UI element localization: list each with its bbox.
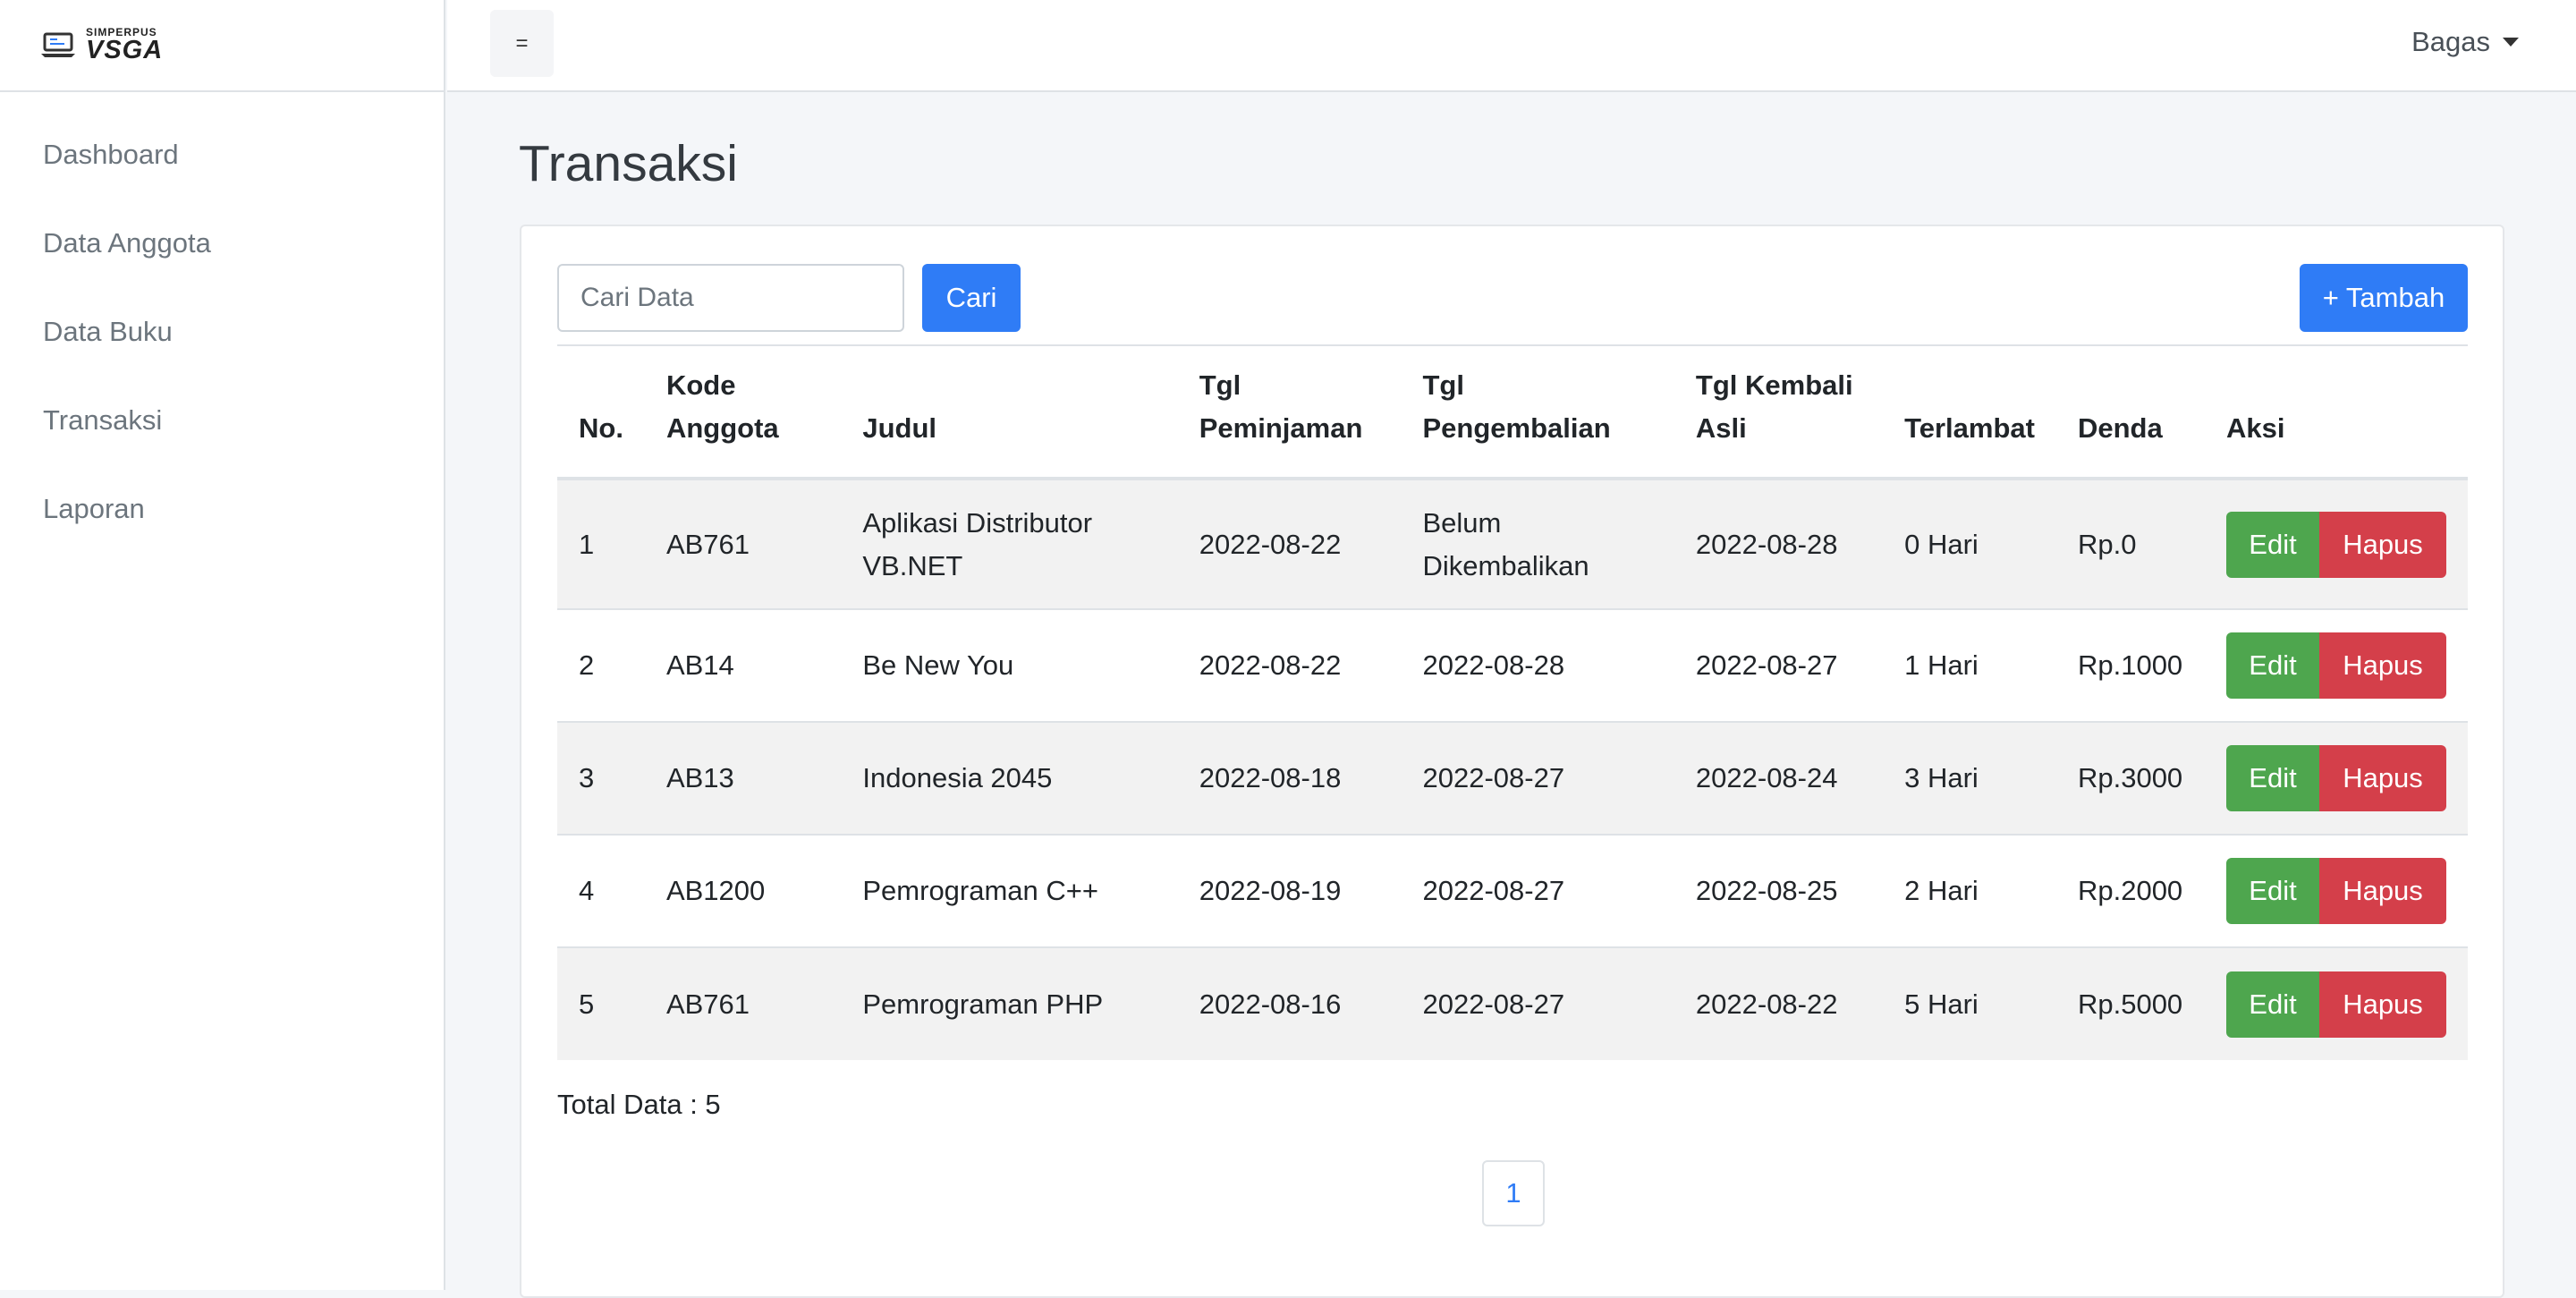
header-denda: Denda <box>2055 346 2205 480</box>
delete-button[interactable]: Hapus <box>2319 511 2446 578</box>
header-tgl-kembali-asli: Tgl Kembali Asli <box>1674 346 1884 480</box>
page-title: Transaksi <box>519 135 738 192</box>
cell-judul: Aplikasi Distributor VB.NET <box>841 478 1178 609</box>
sidebar-item-transaksi[interactable]: Transaksi <box>0 376 444 464</box>
cell-terlambat: 3 Hari <box>1883 721 2056 835</box>
header-no: No. <box>557 346 645 480</box>
table-row: 1 AB761 Aplikasi Distributor VB.NET 2022-… <box>557 478 2468 609</box>
cell-tgl-kembali: 2022-08-27 <box>1401 834 1674 947</box>
cell-judul: Indonesia 2045 <box>841 721 1178 835</box>
cell-kode: AB13 <box>644 721 842 835</box>
cell-denda: Rp.3000 <box>2055 721 2205 835</box>
cell-tgl-pinjam: 2022-08-19 <box>1177 834 1402 947</box>
cell-no: 1 <box>557 478 645 609</box>
cell-tgl-kembali: 2022-08-27 <box>1401 721 1674 835</box>
cell-tgl-asli: 2022-08-28 <box>1674 478 1884 609</box>
transaction-card: Cari + Tambah No. KodeAnggota Judul TglP… <box>520 225 2504 1298</box>
cell-tgl-pinjam: 2022-08-22 <box>1177 608 1402 722</box>
cell-judul: Pemrograman C++ <box>841 834 1178 947</box>
laptop-book-icon <box>41 32 75 57</box>
search-button[interactable]: Cari <box>922 264 1021 332</box>
cell-aksi: Edit Hapus <box>2205 478 2468 609</box>
cell-no: 3 <box>557 721 645 835</box>
cell-denda: Rp.5000 <box>2055 946 2205 1060</box>
cell-aksi: Edit Hapus <box>2205 608 2468 722</box>
sidebar-nav: Dashboard Data Anggota Data Buku Transak… <box>0 110 444 553</box>
sidebar-item-dashboard[interactable]: Dashboard <box>0 110 444 199</box>
cell-denda: Rp.2000 <box>2055 834 2205 947</box>
cell-aksi: Edit Hapus <box>2205 721 2468 835</box>
caret-down-icon <box>2503 38 2519 47</box>
cell-terlambat: 1 Hari <box>1883 608 2056 722</box>
transaction-table: No. Kode Anggota Judul Tgl Peminjaman Tgl … <box>557 346 2468 1060</box>
brand-title: VSGA <box>86 36 164 64</box>
pagination-page-1[interactable]: 1 <box>1482 1160 1545 1226</box>
cell-kode: AB761 <box>644 946 842 1060</box>
cell-tgl-kembali: 2022-08-28 <box>1401 608 1674 722</box>
edit-button[interactable]: Edit <box>2226 858 2319 924</box>
header-terlambat: Terlambat <box>1883 346 2056 480</box>
sidebar-item-laporan[interactable]: Laporan <box>0 464 444 553</box>
cell-no: 2 <box>557 608 645 722</box>
cell-tgl-asli: 2022-08-24 <box>1674 721 1884 835</box>
cell-judul: Pemrograman PHP <box>841 946 1178 1060</box>
cell-tgl-asli: 2022-08-22 <box>1674 946 1884 1060</box>
table-row: 3 AB13 Indonesia 2045 2022-08-18 2022-08… <box>557 721 2468 835</box>
edit-button[interactable]: Edit <box>2226 745 2319 811</box>
delete-button[interactable]: Hapus <box>2319 858 2446 924</box>
sidebar-toggle-button[interactable]: = <box>490 10 554 77</box>
header-judul: Judul <box>841 346 1178 480</box>
sidebar-item-data-anggota[interactable]: Data Anggota <box>0 199 444 287</box>
cell-kode: AB761 <box>644 478 842 609</box>
table-row: 4 AB1200 Pemrograman C++ 2022-08-19 2022… <box>557 834 2468 947</box>
cell-no: 4 <box>557 834 645 947</box>
cell-kode: AB1200 <box>644 834 842 947</box>
table-header-row: No. Kode Anggota Judul Tgl Peminjaman Tgl … <box>557 346 2468 480</box>
header-tgl-peminjaman: Tgl Peminjaman <box>1177 346 1402 480</box>
cell-tgl-kembali: Belum Dikembalikan <box>1401 478 1674 609</box>
header-tgl-pengembalian: Tgl Pengembalian <box>1401 346 1674 480</box>
total-data: Total Data : 5 <box>557 1089 721 1120</box>
delete-button[interactable]: Hapus <box>2319 632 2446 699</box>
cell-tgl-pinjam: 2022-08-18 <box>1177 721 1402 835</box>
header-aksi: Aksi <box>2205 346 2468 480</box>
cell-denda: Rp.0 <box>2055 478 2205 609</box>
edit-button[interactable]: Edit <box>2226 632 2319 699</box>
header-kode-anggota: Kode Anggota <box>644 346 842 480</box>
topbar: = Bagas <box>447 0 2576 92</box>
brand-logo: SIMPERPUS VSGA <box>39 27 163 64</box>
cell-aksi: Edit Hapus <box>2205 946 2468 1060</box>
edit-button[interactable]: Edit <box>2226 971 2319 1038</box>
cell-judul: Be New You <box>841 608 1178 722</box>
user-menu[interactable]: Bagas <box>2411 26 2519 58</box>
cell-denda: Rp.1000 <box>2055 608 2205 722</box>
brand[interactable]: SIMPERPUS VSGA <box>0 0 444 92</box>
cell-tgl-kembali: 2022-08-27 <box>1401 946 1674 1060</box>
cell-tgl-asli: 2022-08-27 <box>1674 608 1884 722</box>
cell-terlambat: 0 Hari <box>1883 478 2056 609</box>
cell-terlambat: 5 Hari <box>1883 946 2056 1060</box>
cell-terlambat: 2 Hari <box>1883 834 2056 947</box>
table-row: 5 AB761 Pemrograman PHP 2022-08-16 2022-… <box>557 946 2468 1060</box>
cell-tgl-pinjam: 2022-08-22 <box>1177 478 1402 609</box>
delete-button[interactable]: Hapus <box>2319 745 2446 811</box>
table-row: 2 AB14 Be New You 2022-08-22 2022-08-28 … <box>557 608 2468 722</box>
cell-no: 5 <box>557 946 645 1060</box>
cell-tgl-asli: 2022-08-25 <box>1674 834 1884 947</box>
search-input[interactable] <box>557 264 904 332</box>
add-button[interactable]: + Tambah <box>2300 264 2468 332</box>
sidebar: SIMPERPUS VSGA Dashboard Data Anggota Da… <box>0 0 445 1290</box>
cell-aksi: Edit Hapus <box>2205 834 2468 947</box>
edit-button[interactable]: Edit <box>2226 511 2319 578</box>
cell-tgl-pinjam: 2022-08-16 <box>1177 946 1402 1060</box>
cell-kode: AB14 <box>644 608 842 722</box>
delete-button[interactable]: Hapus <box>2319 971 2446 1038</box>
sidebar-item-data-buku[interactable]: Data Buku <box>0 287 444 376</box>
user-name: Bagas <box>2411 26 2490 57</box>
